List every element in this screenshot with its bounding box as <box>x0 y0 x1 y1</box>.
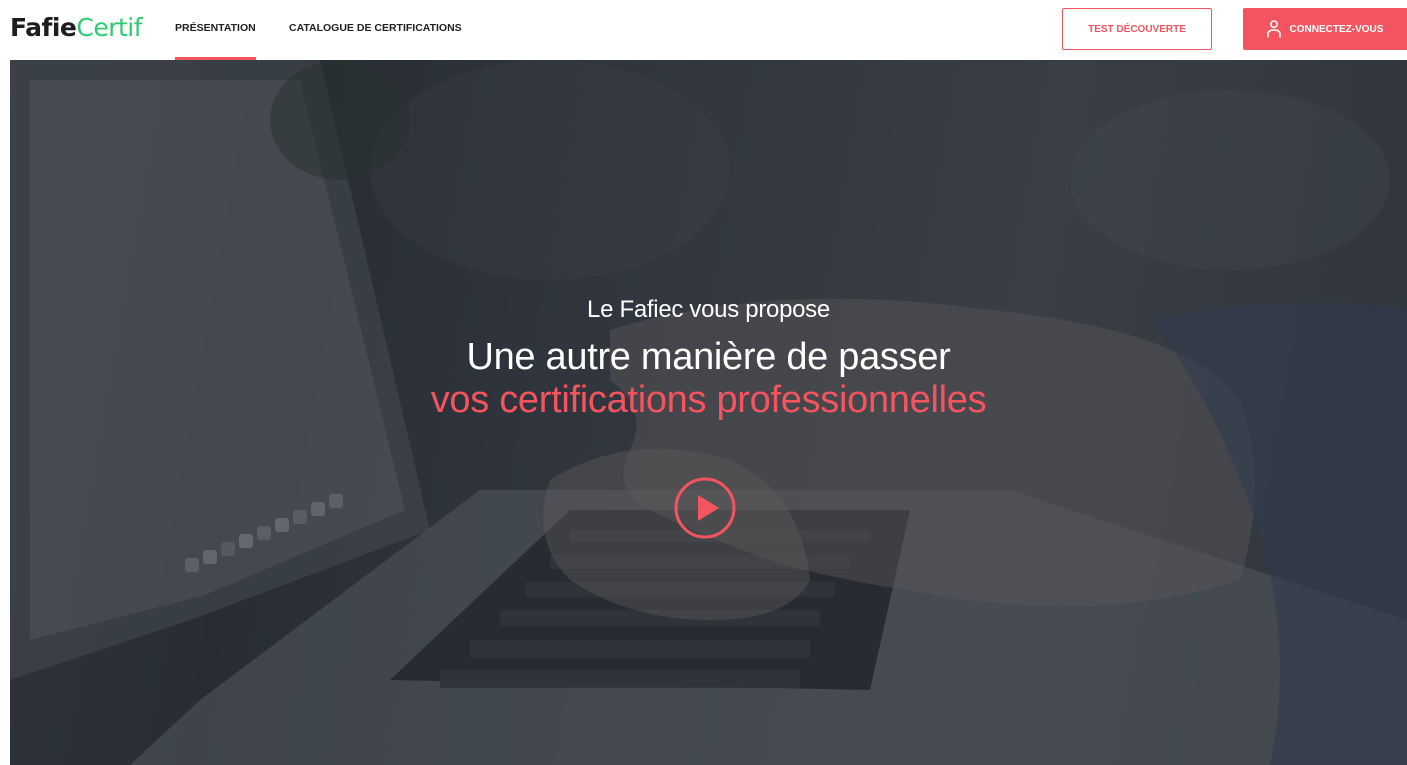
hero-content: Le Fafiec vous propose Une autre manière… <box>10 293 1407 422</box>
logo-text-primary: Fafie <box>10 13 77 42</box>
hero-intro-text: Le Fafiec vous propose <box>587 296 830 323</box>
nav-presentation[interactable]: PRÉSENTATION <box>175 0 256 60</box>
logo-text-accent: Certif <box>76 13 143 42</box>
test-decouverte-button[interactable]: TEST DÉCOUVERTE <box>1062 8 1212 50</box>
hero-title: Une autre manière de passer <box>466 336 951 378</box>
connectez-vous-label: CONNECTEZ-VOUS <box>1289 23 1384 35</box>
user-icon <box>1266 20 1281 38</box>
hero-subtitle: vos certifications professionnelles <box>430 379 987 421</box>
test-decouverte-label: TEST DÉCOUVERTE <box>1088 23 1186 35</box>
top-header: FafieCertif PRÉSENTATION CATALOGUE DE CE… <box>0 0 1407 60</box>
play-icon[interactable] <box>674 477 736 539</box>
connectez-vous-button[interactable]: CONNECTEZ-VOUS <box>1243 8 1407 50</box>
fafiec-certif-logo[interactable]: FafieCertif <box>10 13 143 43</box>
nav-catalogue-certifications[interactable]: CATALOGUE DE CERTIFICATIONS <box>289 0 462 60</box>
hero-banner: Le Fafiec vous propose Une autre manière… <box>10 60 1407 765</box>
